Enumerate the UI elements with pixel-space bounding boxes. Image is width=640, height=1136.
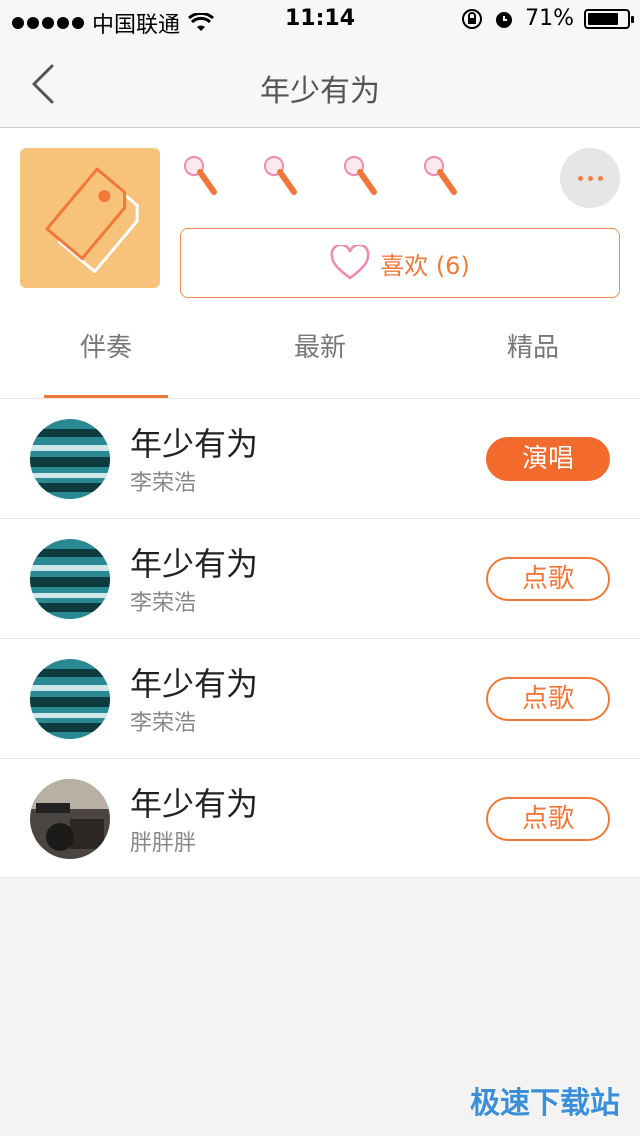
avatar [30,539,110,619]
list-item[interactable]: 年少有为 李荣浩 点歌 [0,518,640,638]
status-right: 71% [461,6,634,31]
song-title: 年少有为 [130,785,259,823]
status-bar: 中国联通 11:14 71% [0,0,640,40]
song-list: 年少有为 李荣浩 演唱 年少有为 李荣浩 点歌 年少有为 李荣浩 点歌 年少有为… [0,398,640,878]
tab-featured[interactable]: 精品 [443,308,623,398]
avatar [30,659,110,739]
mic-icon [264,156,297,195]
request-button[interactable]: 点歌 [486,677,610,721]
cover-image [20,148,160,288]
list-item[interactable]: 年少有为 李荣浩 演唱 [0,398,640,518]
sing-button[interactable]: 演唱 [486,437,610,481]
song-title: 年少有为 [130,545,259,583]
alarm-icon [496,11,513,28]
heart-icon [330,245,370,280]
like-button[interactable]: 喜欢 (6) [180,228,620,298]
rotation-lock-icon [462,8,483,29]
song-title: 年少有为 [130,665,259,703]
tab-bar: 伴奏 最新 精品 [0,308,640,398]
tab-label: 精品 [506,333,559,363]
mic-rating [180,152,460,200]
more-button[interactable] [560,148,620,208]
more-icon [577,175,583,181]
header-card: 喜欢 (6) 伴奏 最新 精品 [0,128,640,398]
list-item[interactable]: 年少有为 胖胖胖 点歌 [0,758,640,878]
like-label: 喜欢 (6) [380,251,470,280]
page-title: 年少有为 [260,74,380,109]
nav-bar: 年少有为 [0,40,640,128]
song-artist: 李荣浩 [130,711,197,736]
tag-icon [45,167,139,274]
mic-icon [344,156,377,195]
tab-label: 最新 [293,333,346,363]
song-artist: 李荣浩 [130,591,197,616]
song-artist: 胖胖胖 [130,831,197,856]
request-button[interactable]: 点歌 [486,557,610,601]
tab-latest[interactable]: 最新 [230,308,410,398]
song-title: 年少有为 [130,425,259,463]
avatar [30,779,110,859]
tab-label: 伴奏 [79,333,132,363]
battery-label: 71% [525,6,574,31]
watermark: 极速下载站 [470,1086,620,1121]
list-item[interactable]: 年少有为 李荣浩 点歌 [0,638,640,758]
mic-icon [184,156,217,195]
tab-accompaniment[interactable]: 伴奏 [16,308,196,398]
avatar [30,419,110,499]
song-artist: 李荣浩 [130,471,197,496]
mic-icon [424,156,457,195]
battery-icon [584,8,634,29]
request-button[interactable]: 点歌 [486,797,610,841]
